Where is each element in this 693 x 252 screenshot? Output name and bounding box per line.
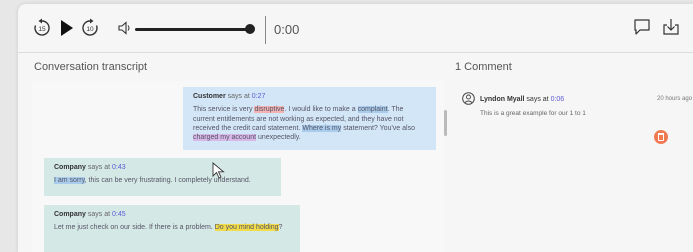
comment-timestamp[interactable]: 0:06 (551, 96, 565, 103)
message-header: Customer says at 0:27 (193, 93, 266, 100)
header-divider (18, 52, 693, 53)
comment-author: Lyndon Myall (480, 96, 525, 103)
volume-icon[interactable] (118, 21, 132, 35)
transcript-message-company[interactable]: Company says at 0:45 Let me just check o… (44, 205, 300, 252)
message-header: Company says at 0:45 (54, 211, 126, 218)
message-speaker: Customer (193, 93, 226, 100)
message-speaker: Company (54, 164, 86, 171)
comment-text: This is a great example for our 1 to 1 (480, 110, 586, 117)
rewind-15-icon[interactable]: 15 (32, 18, 52, 38)
message-text: This service is very disruptive. I would… (193, 106, 415, 142)
play-icon[interactable] (60, 20, 74, 36)
message-timestamp[interactable]: 0:43 (112, 164, 126, 171)
transcript-message-customer[interactable]: Customer says at 0:27 This service is ve… (183, 87, 436, 150)
transcript-scrollbar[interactable] (444, 110, 447, 136)
transcript-title: Conversation transcript (34, 61, 148, 73)
message-text: I am sorry, this can be very frustrating… (54, 177, 251, 185)
comment-age: 20 hours ago (657, 96, 693, 102)
message-header: Company says at 0:43 (54, 164, 126, 171)
message-text: Let me just check on our side. If there … (54, 224, 283, 232)
svg-text:15: 15 (38, 26, 46, 33)
delete-comment-button[interactable] (654, 130, 668, 144)
forward-10-icon[interactable]: 10 (80, 18, 100, 38)
volume-slider-handle[interactable] (245, 24, 255, 34)
playback-time: 0:00 (274, 22, 300, 37)
download-icon[interactable] (662, 18, 680, 36)
volume-slider-track[interactable] (135, 28, 248, 31)
message-timestamp[interactable]: 0:27 (252, 93, 266, 100)
transcript-message-company[interactable]: Company says at 0:43 I am sorry, this ca… (44, 158, 281, 196)
trash-icon (658, 133, 664, 141)
svg-text:10: 10 (86, 26, 94, 33)
user-icon (462, 92, 475, 105)
conversation-card: 15 10 0:00 Conversation transcript 1 Com… (18, 4, 693, 252)
cursor-icon (212, 162, 225, 179)
message-timestamp[interactable]: 0:45 (112, 211, 126, 218)
audio-player: 15 10 0:00 (18, 4, 693, 52)
message-speaker: Company (54, 211, 86, 218)
comment-author-line: Lyndon Myall says at 0:06 (480, 96, 565, 103)
comments-title: 1 Comment (455, 61, 512, 73)
comment-icon[interactable] (633, 18, 651, 36)
player-divider (265, 16, 266, 44)
